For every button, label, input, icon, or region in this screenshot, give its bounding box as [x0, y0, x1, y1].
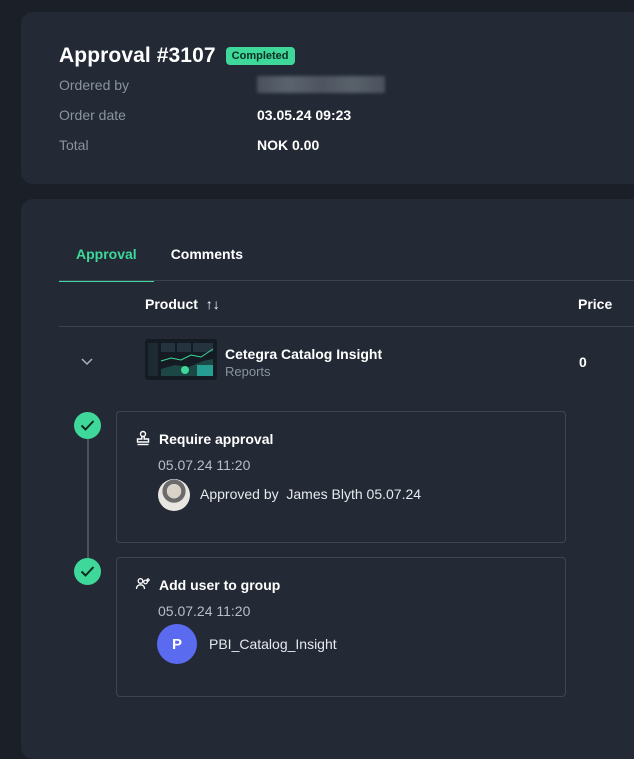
- title-row: Approval #3107 Completed: [59, 44, 295, 68]
- header-divider: [59, 326, 634, 327]
- tab-approval[interactable]: Approval: [59, 244, 154, 282]
- total-value: NOK 0.00: [257, 137, 320, 153]
- order-summary-card: Approval #3107 Completed Ordered by Orde…: [21, 12, 634, 184]
- product-thumbnail: [145, 339, 217, 380]
- step-require-approval: Require approval 05.07.24 11:20 Approved…: [116, 411, 566, 543]
- order-date-label: Order date: [59, 107, 126, 123]
- page-title: Approval #3107: [59, 44, 216, 67]
- step-title: Add user to group: [159, 577, 281, 593]
- product-column-header[interactable]: Product ↑↓: [145, 296, 220, 312]
- status-badge: Completed: [225, 47, 295, 65]
- approval-detail-card: Approval Comments Product ↑↓ Price Ceteg…: [21, 199, 634, 759]
- tab-comments[interactable]: Comments: [154, 244, 260, 280]
- check-icon: [74, 558, 101, 585]
- step-timestamp: 05.07.24 11:20: [158, 457, 251, 473]
- ordered-by-value-redacted: [257, 76, 385, 93]
- tab-bar: Approval Comments: [59, 244, 260, 282]
- approval-info: Approved by James Blyth 05.07.24: [200, 486, 421, 502]
- total-label: Total: [59, 137, 89, 153]
- product-price: 0: [579, 354, 587, 370]
- product-name: Cetegra Catalog Insight: [225, 346, 383, 362]
- stamp-icon: [136, 430, 150, 446]
- add-users-icon: [135, 578, 150, 590]
- sort-icon: ↑↓: [205, 296, 220, 312]
- timeline-connector: [87, 426, 89, 570]
- group-name: PBI_Catalog_Insight: [209, 636, 337, 652]
- tabs-divider: [59, 280, 634, 281]
- group-avatar: P: [157, 624, 197, 664]
- ordered-by-label: Ordered by: [59, 77, 130, 93]
- approved-by-label: Approved by: [200, 486, 279, 502]
- step-title: Require approval: [159, 431, 274, 447]
- chevron-down-icon[interactable]: [79, 353, 95, 369]
- step-timestamp: 05.07.24 11:20: [158, 603, 251, 619]
- product-category: Reports: [225, 364, 271, 379]
- product-column-label: Product: [145, 296, 198, 312]
- price-column-header[interactable]: Price: [578, 296, 612, 312]
- order-date-value: 03.05.24 09:23: [257, 107, 352, 123]
- check-icon: [74, 412, 101, 439]
- avatar: [158, 479, 190, 511]
- approver-name: James Blyth 05.07.24: [286, 486, 422, 502]
- step-add-user-to-group: Add user to group 05.07.24 11:20 P PBI_C…: [116, 557, 566, 697]
